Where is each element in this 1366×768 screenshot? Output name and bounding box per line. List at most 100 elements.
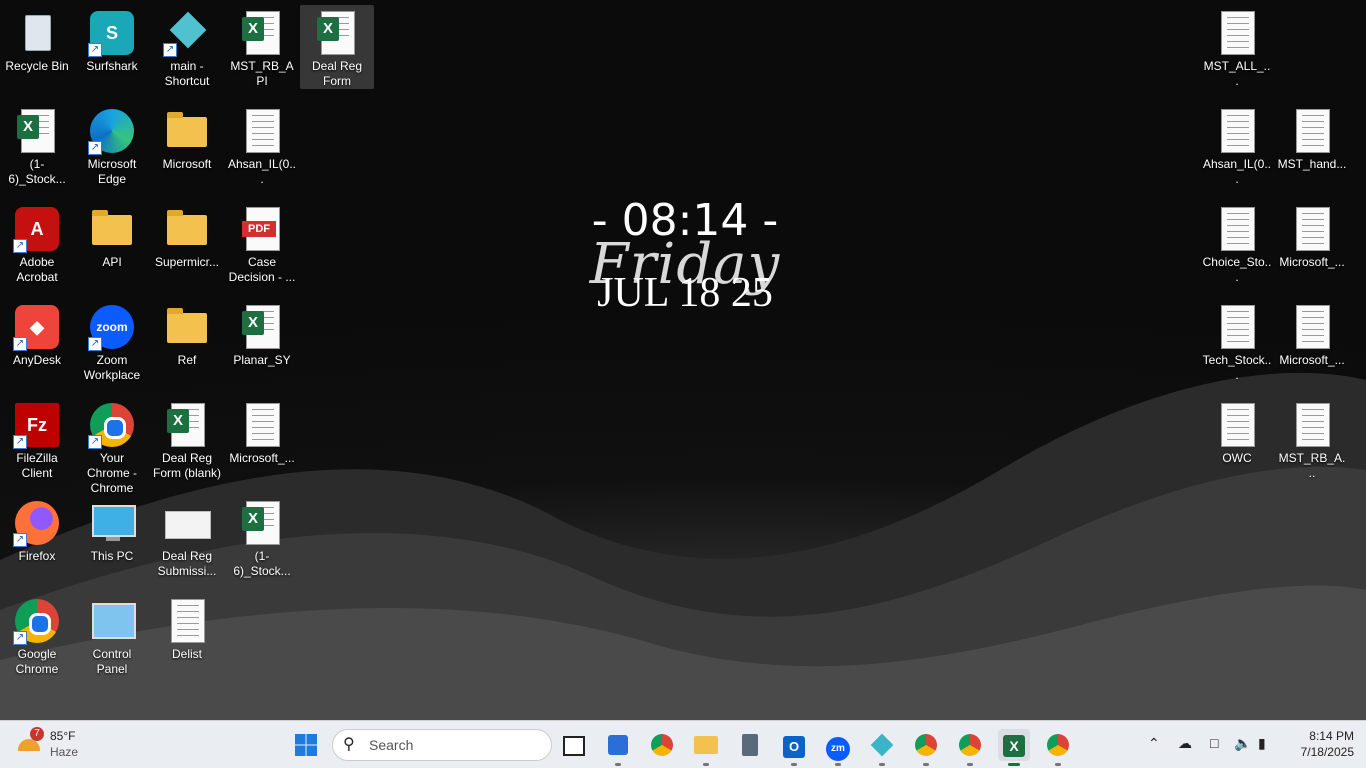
desktop-icon[interactable]: Tech_Stock... <box>1200 299 1274 391</box>
desktop-icon[interactable]: ◆ ↗ AnyDesk <box>0 299 74 391</box>
desktop-icon[interactable]: This PC <box>75 495 149 587</box>
desktop-icon-label: Case Decision - ... <box>228 255 296 284</box>
chrome-icon <box>915 734 937 756</box>
text-file-icon <box>1288 107 1336 155</box>
desktop-icon[interactable]: ↗ Firefox <box>0 495 74 587</box>
desktop-icon[interactable]: X (1-6)_Stock... <box>225 495 299 587</box>
desktop-icon[interactable]: PDF Case Decision - ... <box>225 201 299 293</box>
taskbar-date: 7/18/2025 <box>1300 745 1354 759</box>
desktop-icon-label: Delist <box>171 647 202 661</box>
recycle-bin-icon <box>13 9 61 57</box>
desktop-icon[interactable]: X Deal Reg Form <box>300 5 374 89</box>
calculator-icon <box>742 734 758 756</box>
folder-icon <box>163 205 211 253</box>
network-icon[interactable]: □ <box>1210 735 1218 751</box>
desktop-icon[interactable]: OWC <box>1200 397 1274 489</box>
desktop-icon-label: Microsoft <box>162 157 212 171</box>
desktop-icon[interactable]: Ref <box>150 299 224 391</box>
chrome-profile-2-button[interactable] <box>954 729 986 766</box>
start-button[interactable] <box>290 729 322 761</box>
excel-file-icon: X <box>238 303 286 351</box>
taskbar-clock[interactable]: 8:14 PM 7/18/2025 <box>1284 728 1354 760</box>
chrome-profile-3-button[interactable] <box>1042 729 1074 766</box>
diamond-app-button[interactable] <box>866 729 898 766</box>
weather-condition: Haze <box>50 745 79 759</box>
desktop-icon-label: Adobe Acrobat <box>16 255 58 284</box>
taskbar: 7 85°F Haze ⚲ Search O zm X ⌃ ☁ □ 🔈 ▮ 8:… <box>0 720 1366 768</box>
desktop-icon[interactable]: Ahsan_IL(0... <box>1200 103 1274 195</box>
desktop-icon[interactable]: zoom ↗ Zoom Workplace <box>75 299 149 391</box>
excel-file-icon: X <box>238 9 286 57</box>
excel-taskbar-button[interactable]: X <box>998 729 1030 766</box>
desktop-icon[interactable]: ↗ main - Shortcut <box>150 5 224 97</box>
text-file-icon <box>1213 205 1261 253</box>
taskbar-search[interactable]: ⚲ Search <box>332 729 552 761</box>
diamond-icon <box>870 733 894 757</box>
desktop-icon-label: main - Shortcut <box>164 59 210 88</box>
desktop-icon[interactable]: MST_hand... <box>1275 103 1349 195</box>
search-placeholder: Search <box>369 737 414 753</box>
firefox-icon: ↗ <box>13 499 61 547</box>
widget-date: JUL 18 25 <box>597 270 773 316</box>
desktop-icon[interactable]: Microsoft_... <box>1275 201 1349 293</box>
desktop-icon[interactable]: ↗ Your Chrome - Chrome <box>75 397 149 495</box>
desktop-icon[interactable]: Deal Reg Submissi... <box>150 495 224 587</box>
desktop-icon[interactable]: X Planar_SY <box>225 299 299 391</box>
desktop-icon[interactable]: X MST_RB_API <box>225 5 299 97</box>
desktop-icon[interactable]: MST_RB_A... <box>1275 397 1349 489</box>
task-view-button[interactable] <box>558 729 590 761</box>
desktop-icon-label: Deal Reg Submissi... <box>157 549 217 578</box>
file-explorer-button[interactable] <box>690 729 722 766</box>
text-file-icon <box>1288 303 1336 351</box>
desktop-icon[interactable]: Microsoft_... <box>1275 299 1349 391</box>
desktop-icon[interactable]: Fz ↗ FileZilla Client <box>0 397 74 489</box>
desktop-icon-label: Firefox <box>18 549 56 563</box>
zoom-icon: zoom ↗ <box>88 303 136 351</box>
weather-widget[interactable]: 7 85°F Haze <box>16 727 106 763</box>
text-file-icon <box>238 107 286 155</box>
control-panel-icon <box>88 597 136 645</box>
desktop-icon[interactable]: ↗ Google Chrome <box>0 593 74 685</box>
calculator-button[interactable] <box>734 729 766 761</box>
windows-icon <box>295 734 317 756</box>
zoom-button[interactable]: zm <box>822 729 854 766</box>
chrome-profile-1-button[interactable] <box>910 729 942 766</box>
desktop-icon[interactable]: X Deal Reg Form (blank) <box>150 397 224 489</box>
desktop-icon[interactable]: ↗ Microsoft Edge <box>75 103 149 195</box>
desktop-icon[interactable]: Control Panel <box>75 593 149 685</box>
text-file-icon <box>163 597 211 645</box>
chrome-icon <box>1047 734 1069 756</box>
desktop-icon[interactable]: X (1-6)_Stock... <box>0 103 74 195</box>
battery-icon[interactable]: ▮ <box>1258 735 1266 752</box>
desktop-icon[interactable]: MST_ALL_... <box>1200 5 1274 97</box>
excel-file-icon: X <box>163 401 211 449</box>
desktop-icon[interactable]: Supermicr... <box>150 201 224 293</box>
store-button[interactable] <box>602 729 634 766</box>
desktop-icon[interactable]: API <box>75 201 149 293</box>
chrome-taskbar-button[interactable] <box>646 729 678 761</box>
outlook-button[interactable]: O <box>778 729 810 766</box>
excel-file-icon: X <box>313 9 361 57</box>
text-file-icon <box>1213 401 1261 449</box>
desktop-icon-label: Supermicr... <box>154 255 220 269</box>
desktop-icon-label: Planar_SY <box>233 353 291 367</box>
desktop-icon-label: Microsoft Edge <box>87 157 137 186</box>
desktop-icon[interactable]: Microsoft_... <box>225 397 299 489</box>
desktop-icon-label: MST_hand... <box>1277 157 1347 171</box>
cloud-offline-icon[interactable]: ☁ <box>1178 735 1192 752</box>
desktop-icon[interactable]: Recycle Bin <box>0 5 74 97</box>
chevron-up-icon[interactable]: ⌃ <box>1148 735 1160 752</box>
desktop-icon[interactable]: Delist <box>150 593 224 685</box>
desktop-icon[interactable]: Ahsan_IL(0... <box>225 103 299 195</box>
desktop-icon-label: Microsoft_... <box>1279 353 1345 367</box>
image-file-icon <box>163 499 211 547</box>
outlook-icon: O <box>783 736 805 758</box>
desktop-icon-label: Surfshark <box>86 59 138 73</box>
desktop-icon[interactable]: Microsoft <box>150 103 224 195</box>
volume-muted-icon[interactable]: 🔈 <box>1234 735 1251 752</box>
desktop-icon[interactable]: A ↗ Adobe Acrobat <box>0 201 74 293</box>
desktop-icon[interactable]: S ↗ Surfshark <box>75 5 149 97</box>
edge-icon: ↗ <box>88 107 136 155</box>
desktop-icon[interactable]: Choice_Sto... <box>1200 201 1274 293</box>
desktop-icon-label: Tech_Stock... <box>1202 353 1272 382</box>
